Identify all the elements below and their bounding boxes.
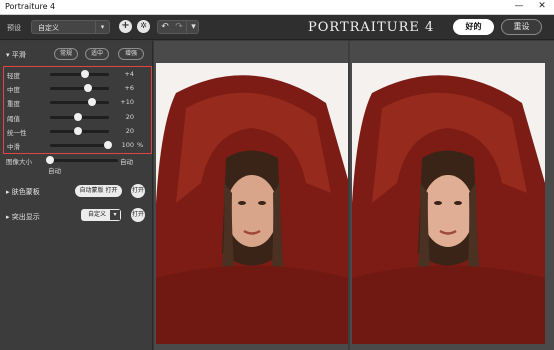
image-size-row: 图像大小 自动: [0, 154, 153, 166]
slider-knob[interactable]: [81, 70, 90, 78]
slider-value: 20: [125, 127, 134, 135]
preset-value: 自定义: [38, 24, 59, 32]
slider-value: +10: [120, 98, 134, 106]
slider-row: 统一性 20: [0, 125, 153, 137]
portrait-after: [352, 63, 545, 344]
minimize-button[interactable]: —: [508, 0, 530, 14]
image-size-label: 图像大小: [6, 158, 32, 166]
toolbar: 预设 自定义 ▾ + ✲ ↶ ↷ ▾ PORTRAITURE 4 好的 重设: [0, 15, 554, 40]
title-bar: Portraiture 4 — ✕: [0, 0, 554, 15]
reset-button[interactable]: 重设: [501, 19, 542, 35]
image-size-value: 自动: [120, 158, 133, 166]
slider-track[interactable]: [50, 84, 109, 92]
ok-button[interactable]: 好的: [453, 19, 494, 35]
slider-track[interactable]: [50, 127, 109, 135]
slider-label: 中滑: [7, 143, 20, 151]
image-size-knob[interactable]: [46, 156, 54, 164]
slider-row: 重度 +10: [0, 96, 153, 108]
slider-knob[interactable]: [103, 141, 112, 149]
preview-divider: [348, 41, 350, 350]
slider-track[interactable]: [50, 70, 109, 78]
preview-area: [154, 41, 554, 350]
slider-value: 20: [125, 113, 134, 121]
slider-value: +4: [124, 70, 134, 78]
mode-normal-button[interactable]: 常规: [54, 48, 78, 60]
enhance-header[interactable]: ▸ 突出显示: [6, 212, 40, 222]
image-size-track[interactable]: [46, 156, 118, 164]
enhance-select-value: 自定义: [88, 211, 107, 218]
enhance-select[interactable]: 自定义 ▾: [81, 209, 121, 221]
slider-row: 中滑 100%: [0, 139, 153, 151]
slider-track[interactable]: [50, 98, 109, 106]
image-size-auto: 自动: [48, 167, 61, 175]
chevron-down-icon[interactable]: ▾: [186, 21, 200, 33]
undo-redo-group: ↶ ↷ ▾: [157, 20, 199, 34]
slider-label: 重度: [7, 100, 20, 108]
slider-label: 阈值: [7, 115, 20, 123]
preset-label: 预设: [7, 24, 21, 32]
settings-panel: ▾ 平滑 常规 适中 增强 轻度 +4 中度 +6 重度 +10 阈值 20 统一性 20 中滑 10…: [0, 41, 153, 350]
slider-row: 中度 +6: [0, 82, 153, 94]
close-button[interactable]: ✕: [531, 0, 553, 14]
portrait-before: [156, 63, 349, 344]
slider-unit: %: [137, 141, 144, 149]
slider-label: 中度: [7, 86, 20, 94]
slider-knob[interactable]: [74, 113, 83, 121]
mode-medium-button[interactable]: 适中: [85, 48, 109, 60]
slider-track[interactable]: [50, 113, 109, 121]
smoothing-header[interactable]: ▾ 平滑: [6, 50, 26, 60]
mode-strong-button[interactable]: 增强: [118, 48, 144, 60]
before-image[interactable]: [156, 63, 349, 344]
slider-knob[interactable]: [83, 84, 92, 92]
slider-value: 100: [121, 141, 134, 149]
window-title: Portraiture 4: [5, 2, 56, 11]
plus-icon[interactable]: +: [119, 20, 132, 33]
chevron-down-icon: ▾: [95, 21, 109, 33]
slider-knob[interactable]: [74, 127, 83, 135]
slider-row: 阈值 20: [0, 111, 153, 123]
slider-track[interactable]: [50, 141, 112, 149]
skin-mask-open-button[interactable]: 打开: [131, 184, 145, 198]
preset-select[interactable]: 自定义 ▾: [31, 20, 110, 34]
auto-mask-toggle[interactable]: 自动蒙版 打开: [75, 185, 122, 197]
slider-label: 统一性: [7, 129, 27, 137]
slider-label: 轻度: [7, 72, 20, 80]
slider-value: +6: [124, 84, 134, 92]
skin-mask-header[interactable]: ▸ 肤色蒙板: [6, 187, 40, 197]
gear-icon[interactable]: ✲: [137, 20, 150, 33]
after-image[interactable]: [352, 63, 545, 344]
enhance-open-button[interactable]: 打开: [131, 208, 145, 222]
slider-row: 轻度 +4: [0, 68, 153, 80]
redo-icon[interactable]: ↷: [172, 21, 186, 33]
brand-title: PORTRAITURE 4: [308, 20, 435, 35]
slider-knob[interactable]: [88, 98, 97, 106]
undo-icon[interactable]: ↶: [158, 21, 172, 33]
chevron-down-icon: ▾: [110, 210, 120, 220]
